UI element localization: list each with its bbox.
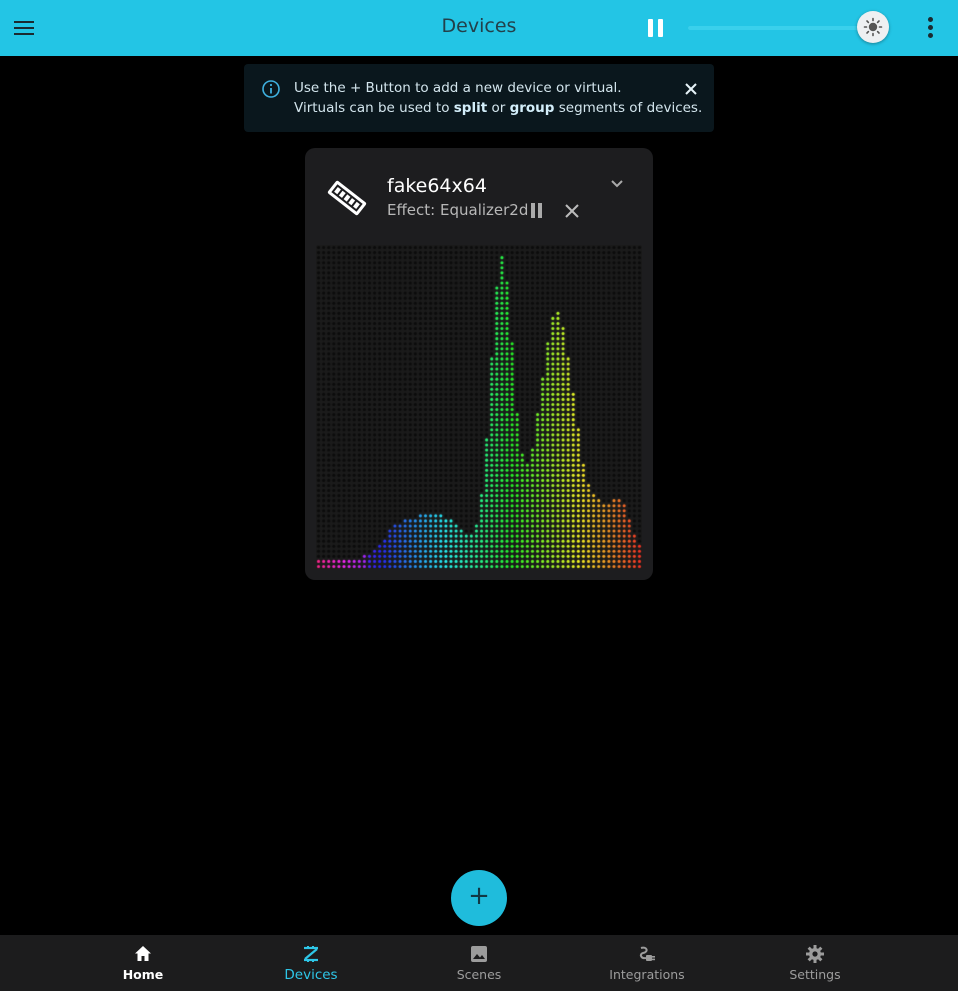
brightness-slider-fill: [688, 26, 869, 30]
devices-icon: [304, 946, 318, 962]
info-alert: Use the + Button to add a new device or …: [244, 64, 714, 132]
brightness-slider[interactable]: [688, 26, 874, 30]
device-name: fake64x64: [387, 175, 487, 197]
alert-text-part: segments of devices.: [554, 100, 703, 116]
add-button-label: +: [468, 881, 490, 911]
chevron-down-icon[interactable]: [607, 176, 627, 192]
nav-label-scenes: Scenes: [456, 967, 502, 982]
alert-group-keyword: group: [509, 100, 555, 116]
info-icon: [262, 80, 280, 98]
alert-text-part: Virtuals can be used to: [294, 100, 454, 116]
nav-item-integrations[interactable]: Integrations: [563, 935, 731, 991]
alert-text-part: or: [487, 100, 510, 116]
nav-label-integrations: Integrations: [609, 967, 685, 982]
nav-label-devices: Devices: [284, 967, 338, 983]
integrations-icon: [639, 946, 655, 961]
menu-icon[interactable]: [12, 16, 36, 40]
home-icon: [135, 946, 151, 961]
alert-line-1: Use the + Button to add a new device or …: [294, 80, 622, 96]
led-strip-icon: [327, 180, 367, 216]
gear-icon: [806, 945, 824, 963]
sun-icon: [863, 17, 883, 37]
image-icon: [471, 946, 487, 962]
close-icon[interactable]: [682, 80, 700, 98]
pause-icon[interactable]: [645, 17, 667, 39]
more-vert-icon[interactable]: [920, 16, 940, 40]
nav-item-settings[interactable]: Settings: [731, 935, 899, 991]
brightness-slider-thumb[interactable]: [857, 11, 889, 43]
alert-split-keyword: split: [453, 100, 488, 116]
pause-icon[interactable]: [530, 203, 544, 219]
led-matrix-canvas: [316, 245, 642, 569]
app-bar: Devices: [0, 0, 958, 56]
nav-item-scenes[interactable]: Scenes: [395, 935, 563, 991]
nav-label-settings: Settings: [789, 967, 841, 982]
pixel-preview: [316, 245, 642, 569]
alert-message: Use the + Button to add a new device or …: [294, 78, 702, 118]
nav-item-home[interactable]: Home: [59, 935, 227, 991]
nav-label-home: Home: [122, 967, 164, 982]
close-icon[interactable]: [564, 203, 580, 219]
add-device-button[interactable]: +: [451, 870, 507, 926]
alert-line-2: Virtuals can be used to split or group s…: [294, 98, 702, 118]
bottom-navigation: Home Devices Scenes Integrations Setting…: [0, 935, 958, 991]
device-card[interactable]: fake64x64 Effect: Equalizer2d: [305, 148, 653, 580]
nav-item-devices[interactable]: Devices: [227, 935, 395, 991]
effect-label: Effect: Equalizer2d: [387, 201, 529, 219]
